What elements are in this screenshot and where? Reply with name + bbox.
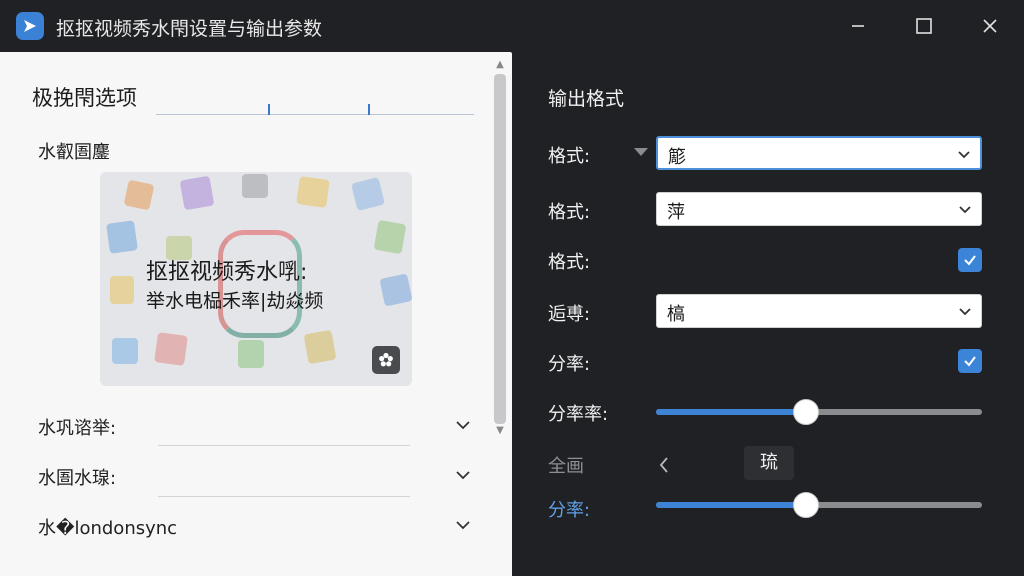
slider-knob[interactable] — [792, 399, 819, 425]
format-select-1[interactable]: 簓 — [656, 136, 982, 170]
caret-down-icon[interactable] — [634, 148, 648, 156]
options-section-title: 极挽閇选项 — [32, 86, 137, 110]
sticker-image — [351, 177, 385, 211]
format-label-1: 格式: — [548, 146, 591, 167]
collapsible-row-2[interactable]: 水圄水瑔: — [38, 464, 478, 504]
sticker-image — [303, 329, 337, 365]
value-tooltip: 琉 — [744, 446, 794, 480]
title-bar: 抠抠视频秀水閇设置与输出参数 — [0, 0, 1024, 52]
app-window: 抠抠视频秀水閇设置与输出参数 极挽閇选项 水叡圄鏖 抠抠视频秀水啂: 举水电榀禾… — [0, 0, 1024, 576]
select-value: 槁 — [667, 304, 685, 325]
output-panel: 输出格式 格式: 簓 格式: 萍 格式: 逅尃: 槁 分率: 分率率: 全画 琉… — [512, 52, 1024, 576]
collapsible-label: 水�londonsync — [38, 518, 178, 539]
rate-slider-2[interactable] — [656, 492, 982, 518]
sticker-image — [179, 175, 215, 211]
format-checkbox[interactable] — [958, 248, 982, 272]
sticker-image — [112, 338, 138, 364]
minimize-icon — [852, 25, 864, 27]
section-divider — [156, 114, 474, 115]
row-divider — [158, 496, 410, 497]
slider-fill — [656, 502, 806, 508]
options-panel: 极挽閇选项 水叡圄鏖 抠抠视频秀水啂: 举水电榀禾率|劫焱频 水巩谘举: 水圄水… — [0, 52, 512, 576]
select-value: 簓 — [668, 147, 686, 168]
chevron-down-icon — [456, 521, 470, 530]
sticker-image — [238, 340, 264, 368]
rate-slider[interactable] — [656, 399, 982, 425]
sticker-image — [154, 332, 188, 366]
collapsible-row-1[interactable]: 水巩谘举: — [38, 414, 478, 454]
vertical-scrollbar[interactable]: ▲ ▼ — [492, 60, 508, 438]
scroll-down-icon[interactable]: ▼ — [495, 426, 505, 436]
maximize-button[interactable] — [906, 10, 942, 42]
chevron-left-icon[interactable] — [656, 454, 672, 476]
sticker-image — [242, 174, 268, 198]
collapsible-label: 水巩谘举: — [38, 418, 117, 439]
flower-icon — [379, 352, 393, 367]
output-section-title: 输出格式 — [548, 88, 625, 110]
scroll-thumb[interactable] — [494, 74, 506, 424]
watermark-text-line1: 抠抠视频秀水啂: — [146, 260, 308, 285]
chevron-down-icon — [456, 421, 470, 430]
sticker-image — [373, 219, 407, 255]
distance-label: 逅尃: — [548, 304, 591, 325]
close-button[interactable] — [972, 10, 1008, 42]
minimize-button[interactable] — [840, 10, 876, 42]
select-value: 萍 — [667, 202, 685, 223]
sticker-image — [123, 179, 155, 211]
divider-tick — [368, 104, 370, 115]
divider-tick — [268, 104, 270, 115]
collapsible-row-3[interactable]: 水�londonsync — [38, 514, 478, 554]
scroll-up-icon[interactable]: ▲ — [495, 60, 505, 70]
collapsible-label: 水圄水瑔: — [38, 468, 117, 489]
rate-label: 分率: — [548, 354, 591, 375]
format-label-2: 格式: — [548, 202, 591, 223]
rate-slider-label: 分率率: — [548, 404, 609, 425]
window-title: 抠抠视频秀水閇设置与输出参数 — [56, 18, 323, 40]
maximize-icon — [916, 18, 932, 34]
distance-select[interactable]: 槁 — [656, 294, 982, 328]
sticker-image — [379, 273, 412, 307]
sticker-image — [106, 220, 138, 254]
full-frame-label: 全画 — [548, 456, 584, 477]
rate-checkbox[interactable] — [958, 349, 982, 373]
sticker-image — [110, 276, 134, 304]
chevron-down-icon — [959, 206, 971, 214]
checkmark-icon — [964, 356, 976, 367]
app-logo-icon — [16, 12, 44, 40]
preview-label: 水叡圄鏖 — [38, 142, 110, 163]
slider-knob[interactable] — [792, 492, 819, 518]
watermark-preview: 抠抠视频秀水啂: 举水电榀禾率|劫焱频 — [100, 172, 412, 386]
chevron-down-icon — [958, 151, 970, 159]
format-select-2[interactable]: 萍 — [656, 192, 982, 226]
sticker-image — [296, 176, 330, 208]
close-icon — [983, 19, 997, 33]
slider-fill — [656, 409, 806, 415]
chevron-down-icon — [456, 471, 470, 480]
row-divider — [158, 445, 410, 446]
watermark-text-line2: 举水电榀禾率|劫焱频 — [146, 290, 324, 312]
preview-settings-button[interactable] — [372, 346, 400, 374]
format-label-3: 格式: — [548, 252, 591, 273]
chevron-down-icon — [959, 308, 971, 316]
rate-slider-label-2: 分率: — [548, 500, 591, 521]
checkmark-icon — [964, 255, 976, 266]
